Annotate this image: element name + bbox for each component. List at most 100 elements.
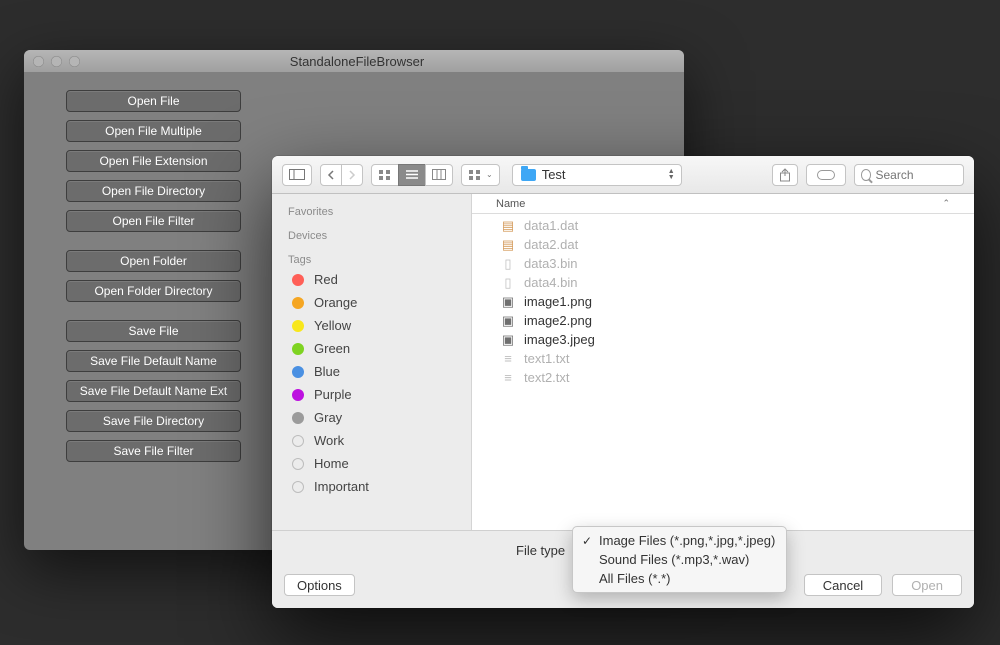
zoom-icon[interactable]: [69, 56, 80, 67]
search-field[interactable]: [854, 164, 964, 186]
action-button[interactable]: Save File Default Name Ext: [66, 380, 241, 402]
file-name: data3.bin: [524, 256, 578, 271]
sidebar-tag[interactable]: Green: [272, 337, 471, 360]
tag-label: Purple: [314, 387, 352, 402]
file-dat-icon: ▤: [500, 237, 516, 253]
file-text-icon: ≡: [500, 370, 516, 386]
tag-label: Work: [314, 433, 344, 448]
file-row: ▯ data3.bin: [472, 254, 974, 273]
tag-label: Yellow: [314, 318, 351, 333]
dialog-body: Favorites Devices Tags RedOrangeYellowGr…: [272, 194, 974, 530]
share-button[interactable]: [772, 164, 798, 186]
dialog-toolbar: ⌄ Test ▲▼: [272, 156, 974, 194]
column-header[interactable]: Name ⌃: [472, 194, 974, 214]
filetype-option[interactable]: Sound Files (*.mp3,*.wav): [573, 550, 786, 569]
file-list: ▤data1.dat▤data2.dat▯data3.bin▯data4.bin…: [472, 214, 974, 530]
sidebar-tag[interactable]: Work: [272, 429, 471, 452]
action-button[interactable]: Open File Multiple: [66, 120, 241, 142]
tag-dot-icon: [292, 366, 304, 378]
window-title: StandaloneFileBrowser: [80, 54, 684, 69]
open-button-label: Open: [911, 578, 943, 593]
open-button[interactable]: Open: [892, 574, 962, 596]
action-button[interactable]: Open File: [66, 90, 241, 112]
column-view-button[interactable]: [425, 164, 453, 186]
open-file-dialog: ⌄ Test ▲▼ Favorites Devices Tags RedOran…: [272, 156, 974, 608]
file-name: image3.jpeg: [524, 332, 595, 347]
file-name: image2.png: [524, 313, 592, 328]
sidebar-tag[interactable]: Home: [272, 452, 471, 475]
tag-dot-icon: [292, 274, 304, 286]
action-button[interactable]: Open File Directory: [66, 180, 241, 202]
path-selector[interactable]: Test ▲▼: [512, 164, 682, 186]
file-dat-icon: ▤: [500, 218, 516, 234]
path-label: Test: [542, 167, 566, 182]
minimize-icon[interactable]: [51, 56, 62, 67]
back-button[interactable]: [320, 164, 342, 186]
sidebar-tag[interactable]: Yellow: [272, 314, 471, 337]
nav-segment: [320, 164, 363, 186]
file-row: ▤ data1.dat: [472, 216, 974, 235]
tags-button[interactable]: [806, 164, 846, 186]
sidebar-tag[interactable]: Gray: [272, 406, 471, 429]
footer-actions: Cancel Open: [804, 574, 962, 596]
arrange-button[interactable]: ⌄: [461, 164, 500, 186]
search-input[interactable]: [875, 168, 957, 182]
filetype-option-label: Sound Files (*.mp3,*.wav): [599, 552, 749, 567]
action-button[interactable]: Open File Filter: [66, 210, 241, 232]
action-button[interactable]: Save File Directory: [66, 410, 241, 432]
tag-label: Important: [314, 479, 369, 494]
sidebar-tag[interactable]: Red: [272, 268, 471, 291]
search-icon: [861, 169, 871, 181]
file-image-icon: ▣: [500, 313, 516, 329]
tag-label: Green: [314, 341, 350, 356]
list-view-button[interactable]: [398, 164, 426, 186]
file-row: ≡ text2.txt: [472, 368, 974, 387]
action-button[interactable]: Open Folder Directory: [66, 280, 241, 302]
file-name: data4.bin: [524, 275, 578, 290]
file-image-icon: ▣: [500, 332, 516, 348]
folder-icon: [521, 169, 536, 181]
options-button[interactable]: Options: [284, 574, 355, 596]
tag-label: Gray: [314, 410, 342, 425]
file-row[interactable]: ▣ image3.jpeg: [472, 330, 974, 349]
check-icon: ✓: [581, 534, 593, 548]
sidebar-toggle-button[interactable]: [282, 164, 312, 186]
action-button[interactable]: Open Folder: [66, 250, 241, 272]
tag-dot-icon: [292, 412, 304, 424]
icon-view-button[interactable]: [371, 164, 399, 186]
filetype-option[interactable]: All Files (*.*): [573, 569, 786, 588]
sidebar-tag[interactable]: Purple: [272, 383, 471, 406]
close-icon[interactable]: [33, 56, 44, 67]
sidebar-heading-devices: Devices: [272, 220, 471, 244]
filetype-option[interactable]: ✓Image Files (*.png,*.jpg,*.jpeg): [573, 531, 786, 550]
cancel-button-label: Cancel: [823, 578, 863, 593]
file-name: data1.dat: [524, 218, 578, 233]
file-row[interactable]: ▣ image2.png: [472, 311, 974, 330]
action-button[interactable]: Save File: [66, 320, 241, 342]
tag-dot-icon: [292, 481, 304, 493]
sidebar-heading-favorites: Favorites: [272, 200, 471, 220]
forward-button[interactable]: [341, 164, 363, 186]
view-mode-segment: [371, 164, 453, 186]
file-name: image1.png: [524, 294, 592, 309]
filetype-option-label: All Files (*.*): [599, 571, 671, 586]
sidebar-tag[interactable]: Orange: [272, 291, 471, 314]
sort-asc-icon: ⌃: [942, 198, 950, 209]
tag-dot-icon: [292, 435, 304, 447]
tag-label: Red: [314, 272, 338, 287]
action-button[interactable]: Save File Default Name: [66, 350, 241, 372]
file-name: text2.txt: [524, 370, 570, 385]
file-row: ▤data2.dat: [472, 235, 974, 254]
action-button[interactable]: Open File Extension: [66, 150, 241, 172]
file-row[interactable]: ▣image1.png: [472, 292, 974, 311]
titlebar: StandaloneFileBrowser: [24, 50, 684, 72]
sidebar-tag[interactable]: Blue: [272, 360, 471, 383]
sidebar: Favorites Devices Tags RedOrangeYellowGr…: [272, 194, 472, 530]
tag-label: Orange: [314, 295, 357, 310]
file-bin-icon: ▯: [500, 256, 516, 272]
dialog-footer: File type ✓Image Files (*.png,*.jpg,*.jp…: [272, 530, 974, 608]
sidebar-tag[interactable]: Important: [272, 475, 471, 498]
cancel-button[interactable]: Cancel: [804, 574, 882, 596]
action-button[interactable]: Save File Filter: [66, 440, 241, 462]
filetype-popup: ✓Image Files (*.png,*.jpg,*.jpeg) Sound F…: [572, 526, 787, 593]
